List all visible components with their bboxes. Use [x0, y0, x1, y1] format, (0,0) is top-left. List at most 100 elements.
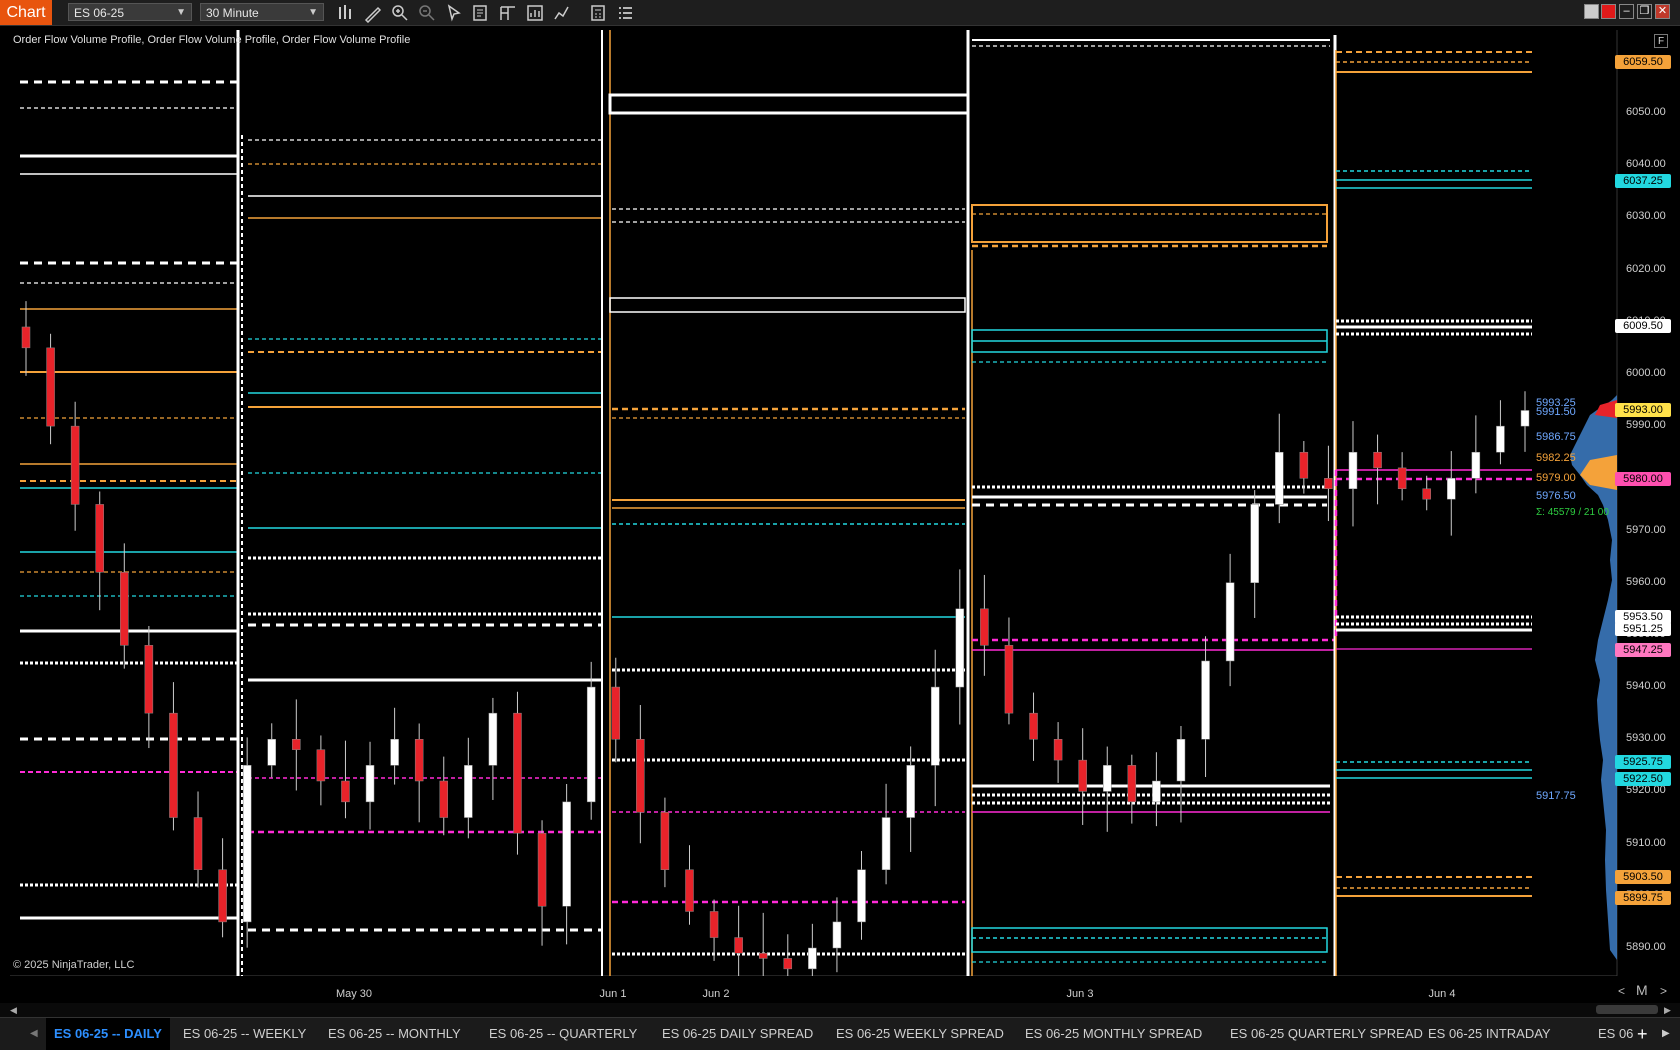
candle-up [930, 686, 940, 766]
candle-down [1029, 712, 1038, 740]
price-tag: 5922.50 [1615, 772, 1671, 786]
zoom-mode-button[interactable]: M [1636, 982, 1648, 998]
price-axis-tick: 5920.00 [1626, 784, 1666, 797]
price-tag: 6059.50 [1615, 55, 1671, 69]
price-tag: 5993.00 [1615, 403, 1671, 417]
add-tab-button[interactable]: + [1637, 1018, 1648, 1050]
price-axis-tick: 5890.00 [1626, 941, 1666, 953]
price-axis-tick: 6000.00 [1626, 366, 1666, 379]
candle-down [218, 869, 227, 923]
candle-up [1471, 451, 1481, 479]
candle-up [242, 765, 252, 923]
price-axis-tick: 6020.00 [1626, 262, 1666, 275]
price-axis-tick: 5930.00 [1626, 732, 1666, 745]
list-icon[interactable] [615, 3, 635, 23]
candle-up [464, 765, 473, 818]
candle-down [1053, 739, 1063, 761]
candle-up [488, 712, 498, 766]
tab-intraday[interactable]: ES 06-25 INTRADAY [1428, 1018, 1551, 1050]
candle-down [1422, 488, 1431, 500]
candle-down [980, 608, 989, 646]
indicators-icon[interactable] [552, 3, 572, 23]
candle-down [660, 812, 670, 870]
price-tag: 5947.25 [1615, 643, 1671, 657]
price-axis-tick: 6050.00 [1626, 106, 1666, 118]
x-axis-label: May 30 [335, 988, 373, 1000]
calculator-icon[interactable] [588, 3, 608, 23]
indicator-label: Order Flow Volume Profile, Order Flow Vo… [13, 34, 411, 46]
tab-monthly-spread[interactable]: ES 06-25 MONTHLY SPREAD [1025, 1018, 1202, 1050]
pointer-icon[interactable] [444, 3, 464, 23]
price-axis-tick: 5940.00 [1626, 680, 1666, 693]
bar-type-icon[interactable] [336, 3, 356, 23]
scroll-thumb[interactable] [1596, 1005, 1658, 1014]
candle-down [120, 572, 129, 646]
maximize-icon[interactable]: ❐ [1637, 4, 1652, 19]
price-axis-tick: 6040.00 [1626, 158, 1666, 171]
candle-down [70, 425, 80, 505]
chart-toolbar: Chart ES 06-25 ▼ 30 Minute ▼ – ❐ ✕ [0, 0, 1680, 26]
price-chart[interactable] [0, 26, 1680, 976]
scroll-left-button[interactable]: < [1618, 984, 1625, 998]
profile-label: 5979.00 [1536, 472, 1576, 484]
instrument-value: ES 06-25 [74, 6, 125, 20]
window-tile-icon[interactable] [1584, 4, 1599, 19]
candle-up [365, 765, 375, 803]
window-color-icon[interactable] [1601, 4, 1616, 19]
fullscreen-button[interactable]: F [1654, 34, 1668, 48]
interval-selector[interactable]: 30 Minute ▼ [200, 3, 324, 21]
zoom-out-icon[interactable] [417, 3, 437, 23]
chart-scrollbar[interactable]: ◀ ▶ [0, 1003, 1680, 1017]
tab-weekly-spread[interactable]: ES 06-25 WEEKLY SPREAD [836, 1018, 1004, 1050]
candle-down [537, 832, 547, 907]
profile-label: 5976.50 [1536, 490, 1576, 502]
profile-label: 5982.25 [1536, 452, 1576, 464]
candle-down [1004, 645, 1014, 714]
properties-icon[interactable] [498, 3, 518, 23]
tabs-scroll-right-icon[interactable]: ▶ [1662, 1018, 1670, 1050]
zoom-in-icon[interactable] [390, 3, 410, 23]
tab-overflow[interactable]: ES 06 [1598, 1018, 1633, 1050]
candle-up [1520, 410, 1530, 427]
candle-up [1152, 780, 1161, 803]
candle-down [513, 712, 522, 834]
candle-down [734, 937, 743, 954]
candle-up [1447, 478, 1456, 500]
tab-daily-spread[interactable]: ES 06-25 DAILY SPREAD [662, 1018, 813, 1050]
candle-up [586, 686, 596, 803]
strategy-icon[interactable] [525, 3, 545, 23]
candle-down [709, 911, 719, 938]
candle-down [1397, 467, 1407, 489]
profile-label: 5991.50 [1536, 406, 1576, 418]
candle-down [758, 952, 768, 959]
candle-up [1201, 660, 1210, 740]
candle-down [292, 739, 301, 750]
tab-quarterly[interactable]: ES 06-25 -- QUARTERLY [489, 1018, 637, 1050]
tab-daily[interactable]: ES 06-25 -- DAILY [46, 1018, 170, 1050]
draw-tool-icon[interactable] [363, 3, 383, 23]
tab-weekly[interactable]: ES 06-25 -- WEEKLY [183, 1018, 306, 1050]
scroll-left-icon[interactable]: ◀ [10, 1005, 17, 1016]
chart-tabs: ◀ ES 06-25 -- DAILY ES 06-25 -- WEEKLY E… [0, 1017, 1680, 1050]
tabs-scroll-left-icon[interactable]: ◀ [30, 1018, 38, 1050]
price-tag: 5903.50 [1615, 870, 1671, 884]
candle-down [783, 958, 793, 970]
close-icon[interactable]: ✕ [1655, 4, 1670, 19]
price-axis-tick: 5960.00 [1626, 575, 1666, 588]
minimize-icon[interactable]: – [1619, 4, 1634, 19]
price-axis-tick: 5970.00 [1626, 523, 1666, 536]
interval-value: 30 Minute [206, 6, 259, 20]
scroll-right-icon[interactable]: ▶ [1664, 1005, 1671, 1016]
x-axis-label: Jun 2 [702, 988, 730, 1000]
data-box-icon[interactable] [471, 3, 491, 23]
instrument-selector[interactable]: ES 06-25 ▼ [68, 3, 192, 21]
tab-quarterly-spread[interactable]: ES 06-25 QUARTERLY SPREAD [1230, 1018, 1423, 1050]
candle-up [1250, 504, 1259, 583]
chart-title-badge: Chart [0, 0, 52, 25]
tab-monthly[interactable]: ES 06-25 -- MONTHLY [328, 1018, 461, 1050]
candle-down [46, 347, 55, 427]
candle-up [955, 608, 965, 688]
candle-up [881, 817, 891, 870]
x-axis-label: Jun 4 [1428, 988, 1456, 1000]
scroll-right-button[interactable]: > [1660, 984, 1667, 998]
